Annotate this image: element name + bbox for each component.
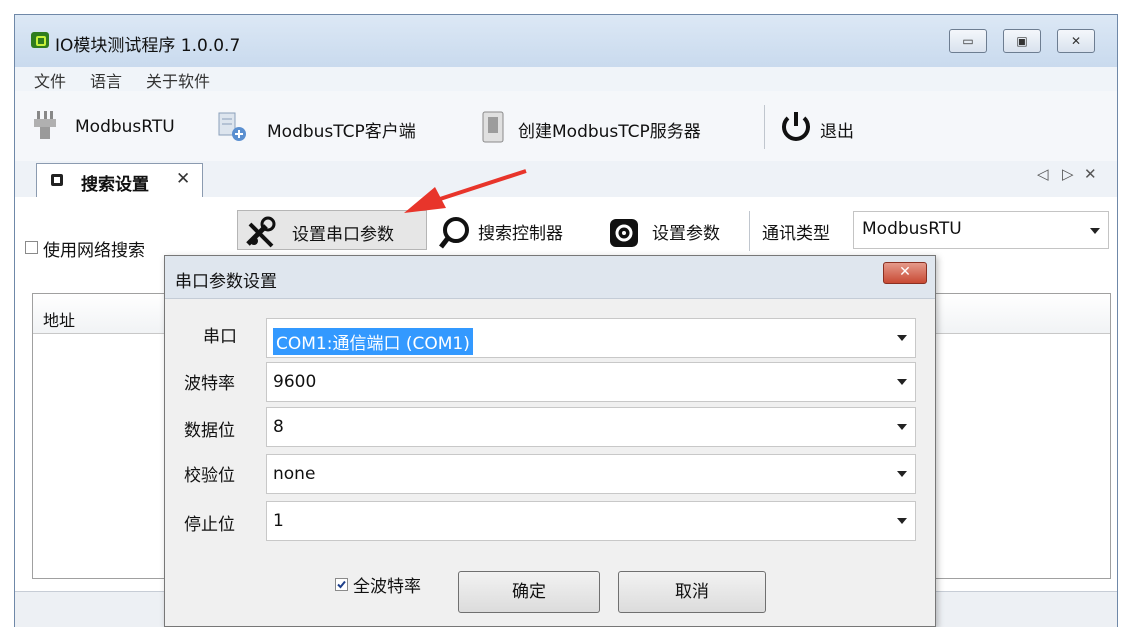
serial-port-label: 串口 [203,327,237,347]
tab-strip: 搜索设置 ✕ [15,161,1117,198]
search-icon [439,217,469,249]
network-client-icon [218,112,246,141]
tab-prev-icon[interactable]: ◁ [1037,165,1049,183]
chevron-down-icon [897,471,907,477]
column-header-address[interactable]: 地址 [43,307,75,331]
chevron-down-icon [897,335,907,341]
app-icon [31,32,49,48]
comm-type-value: ModbusRTU [862,219,962,239]
all-baud-checkbox[interactable] [335,578,348,591]
baud-rate-select[interactable]: 9600 [266,362,916,402]
dialog-title: 串口参数设置 [175,272,277,292]
window-title: IO模块测试程序 1.0.0.7 [55,36,241,56]
menu-bar: 文件 语言 关于软件 [15,67,1117,91]
tab-search-settings[interactable]: 搜索设置 ✕ [36,163,203,197]
parity-select[interactable]: none [266,454,916,494]
toolbar-separator [764,105,765,149]
menu-language[interactable]: 语言 [90,68,122,92]
data-bits-select[interactable]: 8 [266,407,916,447]
create-tcp-server-button[interactable]: 创建ModbusTCP服务器 [518,117,701,142]
title-bar: IO模块测试程序 1.0.0.7 ▭ ▣ ✕ [15,15,1117,67]
set-serial-params-button[interactable]: 设置串口参数 [237,210,427,250]
serial-port-select[interactable]: COM1:通信端口 (COM1) [266,318,916,358]
server-icon [482,111,504,143]
serial-port-value: COM1:通信端口 (COM1) [273,328,473,355]
tab-strip-close-icon[interactable]: ✕ [1084,165,1097,183]
menu-file[interactable]: 文件 [34,68,66,92]
modbus-tcp-client-button[interactable]: ModbusTCP客户端 [267,117,416,142]
use-network-search-checkbox[interactable] [25,241,38,254]
comm-type-label: 通讯类型 [762,224,830,244]
parity-value: none [273,464,316,484]
serial-params-dialog: 串口参数设置 ✕ 串口 COM1:通信端口 (COM1) 波特率 9600 数据… [164,255,936,627]
dialog-close-button[interactable]: ✕ [883,262,927,284]
stop-bits-select[interactable]: 1 [266,501,916,541]
search-controller-button[interactable]: 搜索控制器 [478,219,563,244]
checkmark-icon [337,580,346,589]
dialog-title-bar: 串口参数设置 ✕ [165,256,935,299]
data-bits-label: 数据位 [184,421,235,441]
tools-icon [246,216,276,248]
baud-rate-label: 波特率 [184,374,235,394]
chevron-down-icon [897,424,907,430]
stop-bits-value: 1 [273,511,284,531]
power-icon [782,112,810,141]
tab-label: 搜索设置 [81,175,149,195]
stop-bits-label: 停止位 [184,515,235,535]
set-serial-params-label: 设置串口参数 [292,225,394,245]
settings-tab-icon [51,174,63,186]
chevron-down-icon [897,379,907,385]
toolbar: ModbusRTU ModbusTCP客户端 创建ModbusTCP服务器 退出 [15,91,1117,161]
maximize-button[interactable]: ▣ [1003,29,1041,53]
gear-icon [610,219,638,247]
panel-separator [749,211,750,251]
chevron-down-icon [897,518,907,524]
serial-plug-icon [34,111,56,139]
use-network-search-label: 使用网络搜索 [43,241,145,261]
all-baud-label: 全波特率 [353,577,421,597]
chevron-down-icon [1090,228,1100,234]
comm-type-select[interactable]: ModbusRTU [853,211,1109,249]
modbus-rtu-button[interactable]: ModbusRTU [75,117,175,137]
data-bits-value: 8 [273,417,284,437]
baud-rate-value: 9600 [273,372,317,392]
minimize-button[interactable]: ▭ [949,29,987,53]
parity-label: 校验位 [184,466,235,486]
set-params-button[interactable]: 设置参数 [652,219,720,244]
tab-close-icon[interactable]: ✕ [176,169,190,189]
ok-button[interactable]: 确定 [458,571,600,613]
tab-next-icon[interactable]: ▷ [1062,165,1074,183]
close-button[interactable]: ✕ [1057,29,1095,53]
cancel-button[interactable]: 取消 [618,571,766,613]
exit-button[interactable]: 退出 [820,117,854,142]
menu-about[interactable]: 关于软件 [146,68,210,92]
